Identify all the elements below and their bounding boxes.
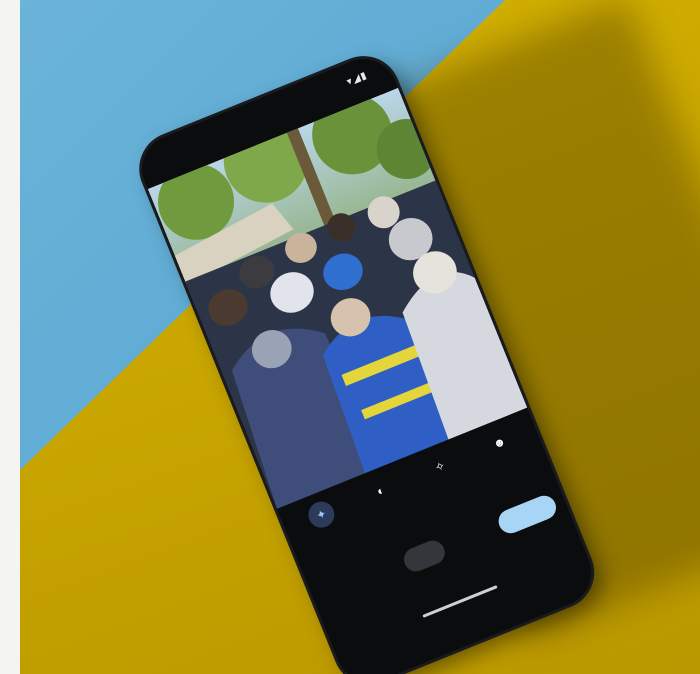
chip-suggestions[interactable] [313, 580, 341, 610]
unblur-icon: ◐ [374, 482, 387, 499]
portrait-icon: ☻ [490, 433, 508, 452]
home-indicator[interactable] [422, 585, 498, 618]
status-icons: ▾◢▮ [345, 69, 370, 89]
chip-adjust[interactable] [447, 527, 475, 557]
save-copy-button[interactable] [495, 492, 560, 537]
photo-scene: ▾◢▮ ✦ ◐ ✧ ☻ [20, 0, 700, 674]
chip-crop[interactable] [365, 560, 393, 590]
magic-eraser-icon: ✧ [432, 458, 448, 476]
chip-tools[interactable] [400, 537, 449, 576]
magic-editor-icon: ✦ [304, 497, 339, 532]
